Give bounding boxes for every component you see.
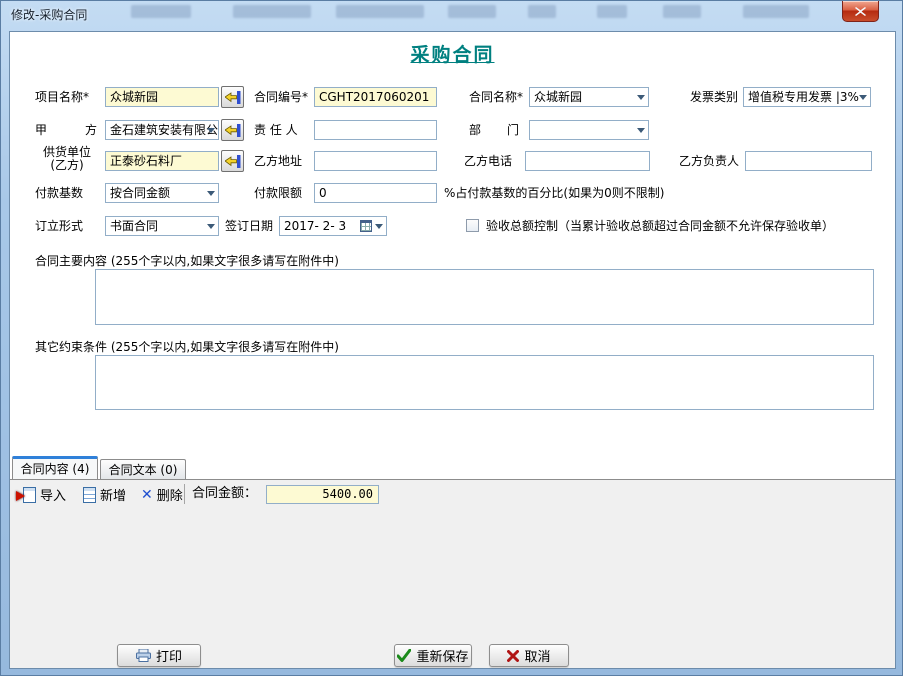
chevron-down-icon [375, 224, 383, 229]
check-icon [397, 649, 411, 662]
payment-limit-hint: %占付款基数的百分比(如果为0则不限制) [444, 183, 664, 203]
project-name-label: 项目名称* [35, 87, 89, 107]
titlebar-ghost-decoration [233, 5, 311, 18]
delete-button[interactable]: ✕ 删除 [136, 483, 188, 506]
project-name-field[interactable]: 众城新园 [105, 87, 219, 107]
add-button[interactable]: 新增 [78, 483, 131, 506]
contract-amount-label: 合同金额： [192, 484, 257, 504]
save-button[interactable]: 重新保存 [394, 644, 472, 667]
sign-date-label: 签订日期 [225, 216, 273, 236]
titlebar-ghost-decoration [336, 5, 424, 18]
toolbar-divider [184, 484, 185, 504]
acceptance-control-checkbox[interactable] [466, 219, 479, 232]
contract-form-select[interactable]: 书面合同 [105, 216, 219, 236]
cancel-x-icon [507, 650, 519, 662]
close-icon [855, 7, 866, 16]
contract-no-field[interactable]: CGHT2017060201 [314, 87, 437, 107]
chevron-down-icon [637, 128, 645, 133]
contract-amount-field[interactable]: 5400.00 [266, 485, 379, 504]
contract-name-label: 合同名称* [469, 87, 523, 107]
party-b-contact-label: 乙方负责人 [679, 151, 739, 171]
responsible-label: 责 任 人 [254, 120, 298, 140]
chevron-down-icon [637, 95, 645, 100]
party-b-contact-field[interactable] [745, 151, 872, 171]
party-b-phone-field[interactable] [525, 151, 650, 171]
department-label: 部门 [469, 120, 519, 140]
other-terms-textarea[interactable] [95, 355, 874, 410]
chevron-down-icon [859, 95, 867, 100]
contract-form-label: 订立形式 [35, 216, 83, 236]
titlebar-ghost-decoration [597, 5, 627, 18]
printer-icon [136, 649, 151, 662]
chevron-down-icon [207, 191, 215, 196]
responsible-field[interactable] [314, 120, 437, 140]
supplier-label: 供货单位 (乙方) [35, 146, 99, 172]
hand-pointer-icon [225, 124, 241, 137]
dialog-window: 修改-采购合同 采购合同 项目名称* 众城新园 合同编号* CGHT201706… [0, 0, 903, 676]
print-button[interactable]: 打印 [117, 644, 201, 667]
payment-limit-label: 付款限额 [254, 183, 302, 203]
project-name-picker-button[interactable] [221, 86, 244, 108]
party-a-label: 甲方 [35, 120, 97, 140]
invoice-type-label: 发票类别 [690, 87, 738, 107]
department-select[interactable] [529, 120, 649, 140]
titlebar-ghost-decoration [528, 5, 556, 18]
chevron-down-icon [207, 224, 215, 229]
titlebar-ghost-decoration [448, 5, 496, 18]
payment-limit-field[interactable]: 0 [314, 183, 437, 203]
titlebar-ghost-decoration [663, 5, 701, 18]
delete-x-icon: ✕ [141, 488, 153, 502]
other-terms-label: 其它约束条件 (255个字以内,如果文字很多请写在附件中) [35, 337, 339, 357]
payment-base-select[interactable]: 按合同金额 [105, 183, 219, 203]
contract-name-select[interactable]: 众城新园 [529, 87, 649, 107]
tab-contract-text[interactable]: 合同文本 (0) [100, 459, 186, 480]
titlebar[interactable]: 修改-采购合同 [1, 1, 902, 31]
tab-contract-content[interactable]: 合同内容 (4) [12, 456, 98, 479]
party-a-picker-button[interactable] [221, 119, 244, 141]
window-title: 修改-采购合同 [11, 6, 87, 23]
hand-pointer-icon [225, 155, 241, 168]
titlebar-ghost-decoration [743, 5, 809, 18]
acceptance-control-label: 验收总额控制（当累计验收总额超过合同金额不允许保存验收单） [486, 216, 834, 236]
supplier-picker-button[interactable] [221, 150, 244, 172]
contract-no-label: 合同编号* [254, 87, 308, 107]
import-button[interactable]: 导入 [18, 483, 71, 506]
new-document-icon [83, 487, 96, 503]
main-content-textarea[interactable] [95, 269, 874, 325]
hand-pointer-icon [225, 91, 241, 104]
party-b-phone-label: 乙方电话 [464, 151, 512, 171]
chevron-down-icon [207, 128, 215, 133]
invoice-type-select[interactable]: 增值税专用发票 |3% [743, 87, 871, 107]
cancel-button[interactable]: 取消 [489, 644, 569, 667]
page-title: 采购合同 [10, 40, 895, 67]
titlebar-ghost-decoration [131, 5, 191, 18]
sign-date-picker[interactable]: 2017- 2- 3 [279, 216, 387, 236]
party-b-address-field[interactable] [314, 151, 437, 171]
dialog-body: 采购合同 项目名称* 众城新园 合同编号* CGHT2017060201 合同名… [9, 31, 896, 669]
close-button[interactable] [842, 1, 879, 22]
party-a-select[interactable]: 金石建筑安装有限公 [105, 120, 219, 140]
tab-content-panel: 导入 新增 ✕ 删除 合同金额： 5400.00 [10, 479, 895, 668]
calendar-icon [360, 220, 372, 232]
party-b-address-label: 乙方地址 [254, 151, 302, 171]
payment-base-label: 付款基数 [35, 183, 83, 203]
import-icon [23, 487, 36, 503]
supplier-field[interactable]: 正泰砂石料厂 [105, 151, 219, 171]
main-content-label: 合同主要内容 (255个字以内,如果文字很多请写在附件中) [35, 251, 339, 271]
